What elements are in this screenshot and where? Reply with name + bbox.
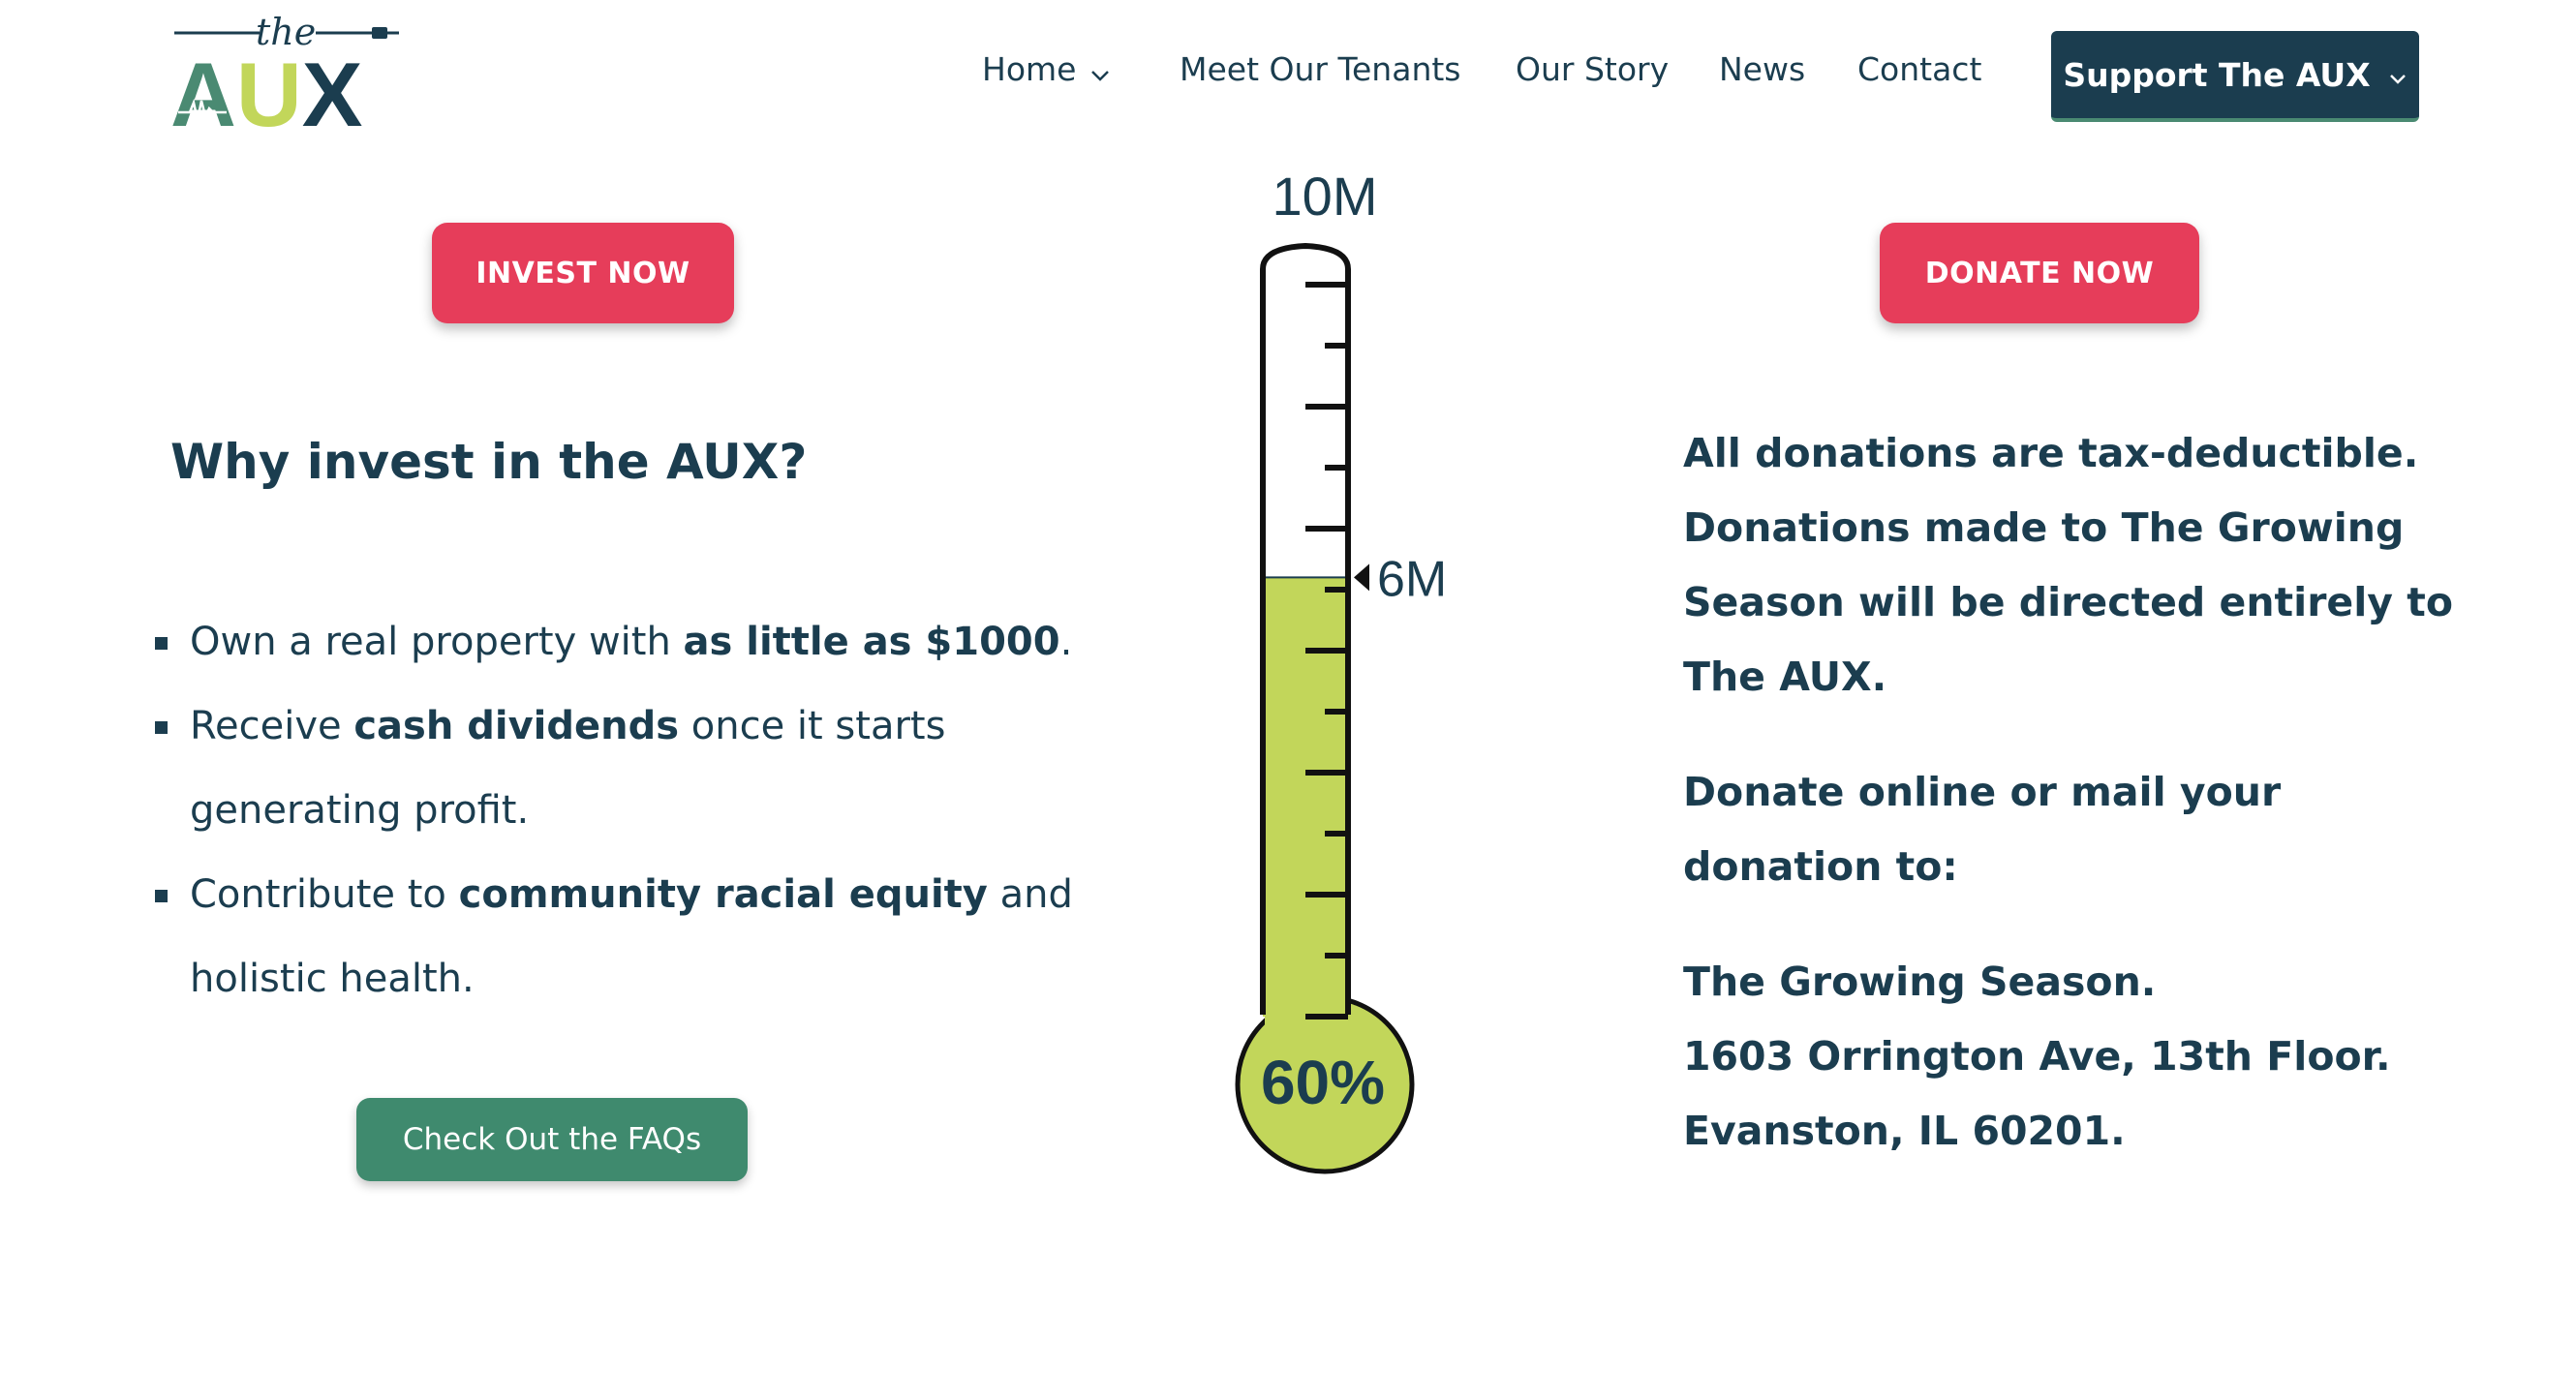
check-faqs-button[interactable]: Check Out the FAQs xyxy=(356,1098,748,1181)
donate-now-button[interactable]: DONATE NOW xyxy=(1880,223,2199,323)
nav-item-label: Home xyxy=(982,50,1077,88)
fundraising-thermometer: 10M 6M 60% xyxy=(1201,165,1608,1191)
benefits-list: Own a real property with as little as $1… xyxy=(155,600,1085,1021)
why-invest-heading: Why invest in the AUX? xyxy=(170,434,808,490)
tax-deductible-note: All donations are tax-deductible. Donati… xyxy=(1683,430,2454,700)
current-marker-icon xyxy=(1354,563,1369,592)
donation-info: All donations are tax-deductible. Donati… xyxy=(1683,416,2477,1169)
address-line: The Growing Season. xyxy=(1683,959,2157,1005)
chevron-down-icon xyxy=(1089,52,1111,91)
address-line: 1603 Orrington Ave, 13th Floor. xyxy=(1683,1033,2391,1080)
support-the-aux-button[interactable]: Support The AUX xyxy=(2051,31,2419,122)
nav-item-our-story[interactable]: Our Story xyxy=(1516,50,1669,89)
list-item: Contribute to community racial equity an… xyxy=(155,853,1085,1021)
nav-item-meet-our-tenants[interactable]: Meet Our Tenants xyxy=(1180,50,1461,89)
mailing-address: The Growing Season. 1603 Orrington Ave, … xyxy=(1683,945,2477,1169)
percent-label: 60% xyxy=(1261,1048,1385,1117)
nav-item-news[interactable]: News xyxy=(1719,50,1805,89)
current-amount-label: 6M xyxy=(1377,551,1447,607)
list-item: Own a real property with as little as $1… xyxy=(155,600,1085,685)
chevron-down-icon xyxy=(2388,56,2407,94)
list-item: Receive cash dividends once it starts ge… xyxy=(155,685,1085,853)
nav-item-home[interactable]: Home xyxy=(982,50,1111,91)
support-button-label: Support The AUX xyxy=(2063,55,2371,94)
goal-label: 10M xyxy=(1273,166,1378,227)
main-nav: Home Meet Our Tenants Our Story News Con… xyxy=(0,31,2576,124)
address-line: Evanston, IL 60201. xyxy=(1683,1108,2126,1154)
mail-donation-note: Donate online or mail your donation to: xyxy=(1683,769,2282,890)
invest-now-button[interactable]: INVEST NOW xyxy=(432,223,734,323)
nav-item-contact[interactable]: Contact xyxy=(1857,50,1981,89)
